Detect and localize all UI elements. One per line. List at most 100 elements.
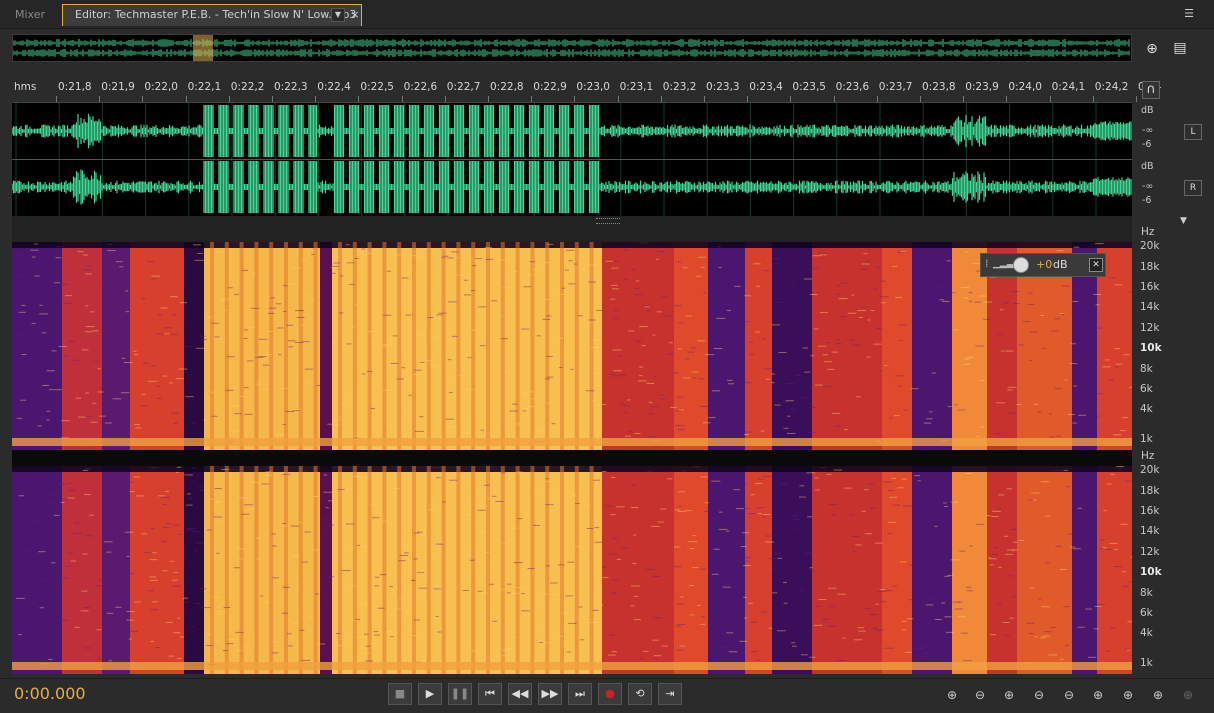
go-to-start-icon[interactable]: ⏮: [478, 683, 502, 705]
pin-icon[interactable]: ✕: [1089, 258, 1103, 272]
spectrogram-speckle: [744, 431, 753, 433]
spectrogram-speckle: [1063, 379, 1068, 381]
gain-value[interactable]: +0: [1036, 258, 1052, 271]
pause-icon[interactable]: ❚❚: [448, 683, 472, 705]
zoom-tracks-icon[interactable]: ⊕: [1176, 686, 1200, 704]
ruler-tick-mark: [142, 96, 144, 102]
spectrogram-speckle: [743, 596, 747, 598]
tab-mixer[interactable]: Mixer: [4, 4, 56, 26]
spectrogram-speckle: [595, 384, 602, 386]
spectrogram-speckle: [692, 535, 697, 537]
spectral-display-right[interactable]: [12, 466, 1132, 674]
spectrogram-speckle: [633, 619, 641, 621]
zoom-in-end-icon[interactable]: ⊕: [1116, 686, 1140, 704]
spectrogram-speckle: [441, 247, 446, 249]
spectrogram-speckle: [201, 607, 211, 609]
channel-right-button[interactable]: R: [1184, 180, 1202, 196]
spectrogram-speckle: [797, 341, 802, 343]
zoom-in-time-icon[interactable]: ⊕: [997, 686, 1021, 704]
spectrogram-speckle: [160, 307, 168, 309]
spectrogram-speckle: [722, 646, 728, 648]
zoom-out-full-icon[interactable]: ⊖: [1057, 686, 1081, 704]
spectrogram-speckle: [590, 347, 600, 349]
spectrogram-speckle: [574, 546, 584, 548]
file-dropdown-icon[interactable]: ▼: [331, 8, 345, 22]
spectrogram-striation: [382, 466, 387, 674]
spectrogram-speckle: [771, 258, 780, 260]
spectrogram-speckle: [545, 504, 554, 506]
skip-selection-icon[interactable]: ⇥: [658, 683, 682, 705]
ruler-tick-mark: [747, 96, 749, 102]
spectrogram-speckle: [954, 329, 959, 331]
time-ruler[interactable]: hms 0:21,8 0:21,9 0:22,0 0:22,1 0:22,2 0:22,3…: [12, 80, 1162, 103]
spectrogram-speckle: [484, 246, 493, 248]
tab-editor[interactable]: Editor: Techmaster P.E.B. - Tech'in Slow…: [62, 4, 362, 26]
spectrogram-speckle: [365, 660, 373, 662]
spectrogram-speckle: [259, 388, 269, 390]
spectrogram-speckle: [844, 429, 849, 431]
go-to-end-icon[interactable]: ⏭: [568, 683, 592, 705]
spectrogram-speckle: [887, 521, 897, 523]
splitter-grip-icon[interactable]: [596, 218, 620, 224]
spectrogram-speckle: [685, 510, 692, 512]
spectrogram-speckle: [152, 552, 157, 554]
view-options-icon[interactable]: ▼: [1180, 216, 1187, 226]
fast-forward-icon[interactable]: ▶▶: [538, 683, 562, 705]
spectrogram-speckle: [809, 656, 816, 658]
spectrogram-speckle: [336, 645, 342, 647]
spectrogram-speckle: [18, 311, 26, 313]
spectrogram-speckle: [271, 652, 279, 654]
ruler-tick-label: 0:24,1: [1051, 81, 1086, 93]
loop-icon[interactable]: ⟲: [628, 683, 652, 705]
spectrogram-speckle: [98, 415, 106, 417]
rewind-icon[interactable]: ◀◀: [508, 683, 532, 705]
spectrogram-speckle: [852, 344, 862, 346]
zoom-in-amplitude-icon[interactable]: ⊕: [940, 686, 964, 704]
spectrogram-speckle: [826, 473, 832, 475]
overview-menu-icon[interactable]: ▤: [1169, 37, 1191, 59]
stop-icon[interactable]: ■: [388, 683, 412, 705]
close-tab-icon[interactable]: ×: [349, 5, 361, 25]
spectrogram-speckle: [469, 329, 478, 331]
spectrogram-speckle: [764, 535, 771, 537]
zoom-to-fit-icon[interactable]: ⊕: [1141, 38, 1163, 60]
gain-knob[interactable]: [1013, 257, 1029, 273]
snap-icon[interactable]: ∩: [1142, 81, 1160, 99]
spectral-display-left[interactable]: [12, 242, 1132, 450]
zoom-selection-icon[interactable]: ⊕: [1146, 686, 1170, 704]
spectrogram-speckle: [877, 590, 887, 592]
spectrogram-speckle: [173, 571, 178, 573]
current-time[interactable]: 0:00.000: [14, 684, 86, 703]
spectrogram-speckle: [959, 550, 966, 552]
spectrogram-speckle: [594, 527, 600, 529]
spectrogram-speckle: [913, 648, 922, 650]
spectrogram-speckle: [461, 514, 470, 516]
play-icon[interactable]: ▶: [418, 683, 442, 705]
overview-view-range[interactable]: [193, 35, 213, 61]
channel-left-button[interactable]: L: [1184, 124, 1202, 140]
zoom-out-amplitude-icon[interactable]: ⊖: [968, 686, 992, 704]
hud-grip-icon[interactable]: ⁞: [985, 257, 988, 270]
spectrogram-speckle: [985, 515, 991, 517]
ruler-tick-label: 0:22,3: [274, 81, 308, 93]
spectrogram-speckle: [557, 564, 565, 566]
spectrogram-speckle: [781, 653, 786, 655]
spectrogram-speckle: [1073, 522, 1077, 524]
gain-hud[interactable]: ⁞ ▁▂▃▄ +0 dB ✕: [980, 253, 1106, 277]
spectrogram-speckle: [842, 637, 846, 639]
spectrogram-speckle: [617, 355, 622, 357]
panel-menu-icon[interactable]: ☰: [1176, 6, 1202, 22]
view-splitter[interactable]: [12, 216, 1132, 242]
spectrogram-speckle: [56, 246, 60, 248]
spectrogram-speckle: [818, 598, 827, 600]
record-icon[interactable]: ●: [598, 683, 622, 705]
spectrogram-striation: [224, 242, 229, 450]
spectrogram-speckle: [1011, 549, 1018, 551]
spectrogram-speckle: [177, 533, 181, 535]
zoom-in-start-icon[interactable]: ⊕: [1086, 686, 1110, 704]
zoom-out-time-icon[interactable]: ⊖: [1027, 686, 1051, 704]
overview-waveform[interactable]: [12, 34, 1132, 62]
spectrogram-speckle: [448, 426, 458, 428]
spectrogram-speckle: [610, 514, 616, 516]
spectrogram-speckle: [1028, 633, 1034, 635]
